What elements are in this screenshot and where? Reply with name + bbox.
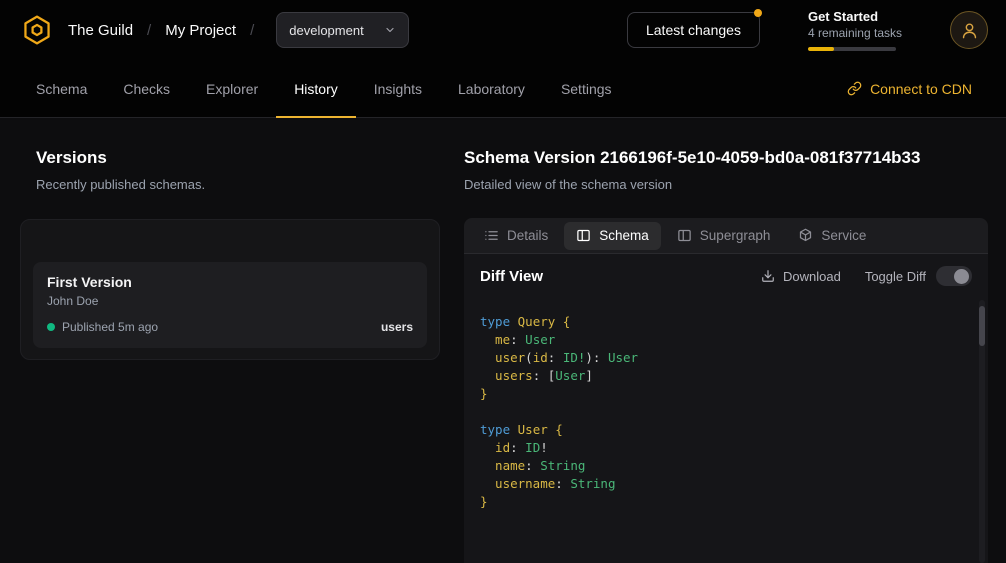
link-icon — [847, 81, 862, 96]
nav-tab-explorer[interactable]: Explorer — [188, 60, 276, 117]
app-root: The Guild / My Project / development Lat… — [0, 0, 1006, 563]
sdl-code-viewer[interactable]: type Query { me: User user(id: ID!): Use… — [464, 298, 988, 563]
columns-icon — [677, 228, 692, 243]
tab-service[interactable]: Service — [786, 222, 878, 250]
tab-supergraph[interactable]: Supergraph — [665, 222, 783, 250]
connect-cdn-label: Connect to CDN — [870, 81, 972, 97]
schema-version-subtitle: Detailed view of the schema version — [464, 177, 988, 192]
tab-schema-label: Schema — [599, 228, 649, 243]
get-started-progressbar — [808, 47, 896, 51]
diff-actions: Download Toggle Diff — [761, 266, 972, 286]
target-selector[interactable]: development — [276, 12, 408, 48]
download-label: Download — [783, 269, 841, 284]
topbar-right: Latest changes Get Started 4 remaining t… — [627, 9, 988, 51]
versions-title: Versions — [36, 148, 440, 168]
version-author: John Doe — [47, 294, 413, 308]
org-link[interactable]: The Guild — [68, 22, 133, 39]
toggle-diff-switch[interactable] — [936, 266, 972, 286]
published-dot-icon — [47, 323, 55, 331]
detail-tabbar: Details Schema — [464, 218, 988, 254]
scrollbar-thumb[interactable] — [979, 306, 985, 346]
chevron-down-icon — [384, 24, 396, 36]
versions-card: First Version John Doe Published 5m ago … — [20, 219, 440, 360]
main-content: Versions Recently published schemas. Fir… — [0, 118, 1006, 563]
notification-dot — [754, 9, 762, 17]
target-selector-value: development — [289, 23, 363, 38]
code-block: type Query { me: User user(id: ID!): Use… — [480, 313, 964, 511]
diff-view-header: Diff View Download Toggle Diff — [464, 254, 988, 298]
list-icon — [484, 228, 499, 243]
version-status-row: Published 5m ago users — [47, 320, 413, 334]
toggle-knob — [954, 269, 969, 284]
nav-tab-history[interactable]: History — [276, 60, 356, 117]
tab-details[interactable]: Details — [472, 222, 560, 250]
latest-changes-label: Latest changes — [646, 22, 741, 38]
nav-tab-laboratory[interactable]: Laboratory — [440, 60, 543, 117]
nav-tabs: SchemaChecksExplorerHistoryInsightsLabor… — [18, 60, 630, 117]
tab-details-label: Details — [507, 228, 548, 243]
versions-subtitle: Recently published schemas. — [36, 177, 440, 192]
version-list-item[interactable]: First Version John Doe Published 5m ago … — [33, 262, 427, 348]
diff-view-title: Diff View — [480, 268, 543, 285]
latest-changes-button[interactable]: Latest changes — [627, 12, 760, 48]
nav-tab-insights[interactable]: Insights — [356, 60, 440, 117]
get-started-widget[interactable]: Get Started 4 remaining tasks — [808, 9, 902, 51]
nav-tab-settings[interactable]: Settings — [543, 60, 630, 117]
versions-panel: Versions Recently published schemas. Fir… — [20, 148, 440, 563]
schema-version-panel: Schema Version 2166196f-5e10-4059-bd0a-0… — [464, 148, 988, 563]
toggle-diff-label: Toggle Diff — [865, 269, 926, 284]
download-icon — [761, 269, 775, 283]
breadcrumb: The Guild / My Project / development — [20, 12, 409, 48]
tab-supergraph-label: Supergraph — [700, 228, 771, 243]
nav-tab-schema[interactable]: Schema — [18, 60, 105, 117]
cube-icon — [798, 228, 813, 243]
schema-version-title: Schema Version 2166196f-5e10-4059-bd0a-0… — [464, 148, 988, 168]
project-link[interactable]: My Project — [165, 22, 236, 39]
tab-schema[interactable]: Schema — [564, 222, 661, 250]
version-name: First Version — [47, 274, 413, 290]
primary-nav: SchemaChecksExplorerHistoryInsightsLabor… — [0, 60, 1006, 118]
connect-cdn-link[interactable]: Connect to CDN — [847, 60, 972, 117]
tab-service-label: Service — [821, 228, 866, 243]
breadcrumb-separator: / — [250, 22, 254, 39]
hive-logo-icon[interactable] — [20, 13, 54, 47]
nav-tab-checks[interactable]: Checks — [105, 60, 188, 117]
version-status: Published 5m ago — [62, 320, 158, 334]
get-started-title: Get Started — [808, 9, 902, 24]
progress-fill — [808, 47, 834, 51]
schema-detail-card: Details Schema — [464, 218, 988, 563]
person-icon — [960, 21, 979, 40]
user-avatar[interactable] — [950, 11, 988, 49]
toggle-diff-group: Toggle Diff — [865, 266, 972, 286]
top-bar: The Guild / My Project / development Lat… — [0, 0, 1006, 60]
columns-icon — [576, 228, 591, 243]
version-service-badge: users — [381, 320, 413, 334]
code-scrollbar — [979, 300, 985, 563]
breadcrumb-separator: / — [147, 22, 151, 39]
get-started-subtitle: 4 remaining tasks — [808, 26, 902, 40]
download-button[interactable]: Download — [761, 269, 841, 284]
